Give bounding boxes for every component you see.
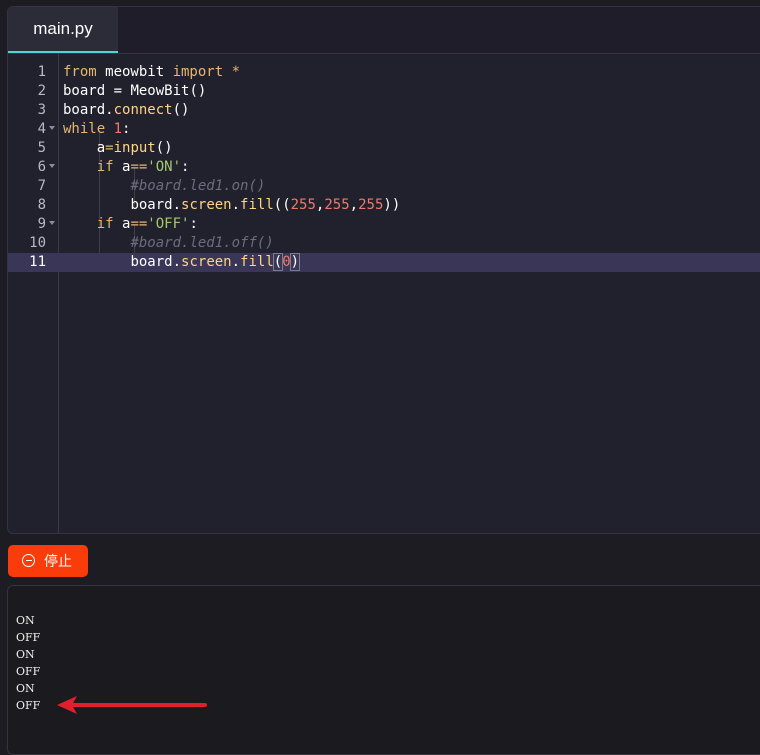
- line-number: 1: [37, 64, 46, 80]
- code-line-2[interactable]: 2 board = MeowBit(): [8, 82, 760, 101]
- stop-button[interactable]: 停止: [8, 545, 88, 577]
- code-line-5[interactable]: 5 a=input(): [8, 139, 760, 158]
- line-number: 8: [37, 197, 46, 213]
- fold-chevron-icon[interactable]: [49, 164, 55, 168]
- line-number: 11: [29, 254, 46, 270]
- console-line: OFF: [16, 631, 41, 644]
- output-console[interactable]: ON OFF ON OFF ON OFF: [7, 585, 760, 755]
- console-line: ON: [16, 682, 35, 695]
- line-number: 6: [37, 159, 46, 175]
- code-line-6[interactable]: 6 if a=='ON':: [8, 158, 760, 177]
- console-line: ON: [16, 614, 35, 627]
- console-line: ON: [16, 648, 35, 661]
- code-line-11-active[interactable]: 11 board.screen.fill(0): [8, 253, 760, 272]
- line-number: 7: [37, 178, 46, 194]
- minus-circle-icon: [22, 554, 35, 567]
- code-line-7[interactable]: 7 #board.led1.on(): [8, 177, 760, 196]
- code-line-1[interactable]: 1 from meowbit import *: [8, 63, 760, 82]
- line-number: 5: [37, 140, 46, 156]
- fold-chevron-icon[interactable]: [49, 221, 55, 225]
- line-number: 2: [37, 83, 46, 99]
- code-line-4[interactable]: 4 while 1:: [8, 120, 760, 139]
- red-arrow-annotation-icon: [57, 696, 207, 714]
- tab-main-py[interactable]: main.py: [8, 7, 118, 53]
- code-line-10[interactable]: 10 #board.led1.off(): [8, 234, 760, 253]
- code-line-3[interactable]: 3 board.connect(): [8, 101, 760, 120]
- stop-button-label: 停止: [44, 553, 72, 569]
- console-line: OFF: [16, 699, 41, 712]
- line-number: 9: [37, 216, 46, 232]
- line-number: 10: [29, 235, 46, 251]
- console-line: OFF: [16, 665, 41, 678]
- line-number: 3: [37, 102, 46, 118]
- code-line-8[interactable]: 8 board.screen.fill((255,255,255)): [8, 196, 760, 215]
- fold-chevron-icon[interactable]: [49, 126, 55, 130]
- editor-tab-bar: main.py: [8, 7, 760, 54]
- line-number: 4: [37, 121, 46, 137]
- code-line-9[interactable]: 9 if a=='OFF':: [8, 215, 760, 234]
- code-area[interactable]: 1 from meowbit import * 2 board = MeowBi…: [8, 54, 760, 533]
- code-editor[interactable]: main.py 1 from meowbit import * 2 board …: [7, 6, 760, 534]
